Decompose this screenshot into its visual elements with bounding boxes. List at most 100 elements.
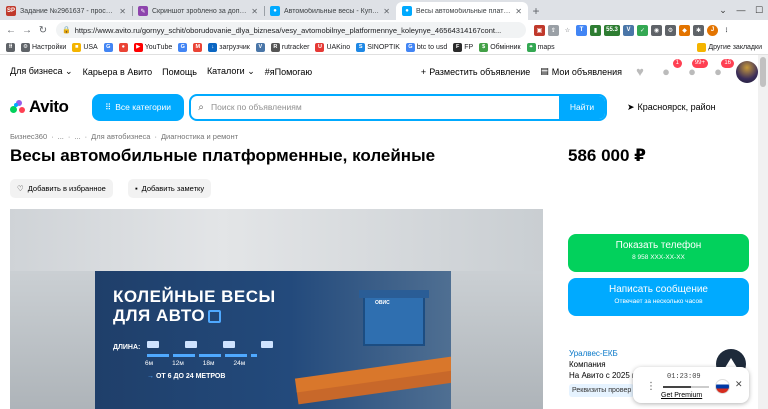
close-icon[interactable]: ✕: [119, 7, 126, 16]
all-categories-button[interactable]: ⠿ Все категории: [92, 93, 184, 121]
bookmark-vk[interactable]: V: [255, 42, 265, 52]
nav-career[interactable]: Карьера в Авито: [83, 67, 153, 77]
nav-ya-pomogayu[interactable]: #яПомогаю: [265, 67, 312, 77]
chevron-down-icon[interactable]: ⌄: [714, 0, 732, 20]
seller-requisites-badge[interactable]: Реквизиты провер: [569, 384, 635, 397]
nav-help[interactable]: Помощь: [162, 67, 197, 77]
puzzle-icon[interactable]: ✱: [693, 24, 704, 36]
torrent-icon: R: [270, 42, 280, 52]
gear-icon[interactable]: ⚙: [665, 24, 676, 36]
bookmark-maps[interactable]: ⌖ maps: [526, 42, 555, 52]
cart-icon[interactable]: ● 16: [710, 58, 734, 80]
russia-flag-icon[interactable]: [715, 379, 730, 394]
photo-gallery[interactable]: ОВИС КОЛЕЙНЫЕ ВЕСЫ ДЛЯ АВТО ДЛИНА: 6м 12…: [10, 209, 543, 409]
apps-icon[interactable]: ⠿: [6, 42, 15, 52]
post-ad-link[interactable]: + Разместить объявление: [421, 67, 530, 77]
share-icon[interactable]: ⇪: [548, 24, 559, 36]
search-button[interactable]: Найти: [559, 95, 605, 119]
bookmark-sinoptik[interactable]: S SINOPTIK: [356, 42, 400, 52]
page-scrollbar[interactable]: [758, 55, 768, 409]
user-avatar[interactable]: [736, 60, 758, 83]
maximize-icon[interactable]: ☐: [750, 0, 768, 20]
product-banner-image: ОВИС КОЛЕЙНЫЕ ВЕСЫ ДЛЯ АВТО ДЛИНА: 6м 12…: [95, 271, 451, 409]
reload-icon[interactable]: ↻: [36, 23, 50, 37]
bookmark-youtube[interactable]: ▶ YouTube: [133, 42, 172, 52]
close-icon[interactable]: ✕: [383, 7, 390, 16]
more-options-icon[interactable]: ⋮: [646, 381, 656, 392]
recorder-widget: ⋮ 01:23:09 ✕ Get Premium: [633, 367, 749, 403]
vk-icon[interactable]: V: [623, 24, 634, 36]
map-pin-icon: ⌖: [526, 42, 536, 52]
bookmark-fp[interactable]: F FP: [453, 42, 473, 52]
new-tab-button[interactable]: +: [528, 2, 544, 20]
translate-icon[interactable]: T: [576, 24, 587, 36]
back-icon[interactable]: ←: [4, 23, 18, 37]
avito-search-row: Avito ⠿ Все категории ⌕ Найти ➤ Краснояр…: [0, 88, 768, 126]
region-selector[interactable]: ➤ Красноярск, район: [627, 102, 716, 113]
film-icon: U: [315, 42, 325, 52]
minimize-icon[interactable]: —: [732, 0, 750, 20]
folder-icon: [697, 42, 707, 52]
profile-avatar-icon[interactable]: J: [707, 24, 718, 36]
favorites-icon[interactable]: ♥: [632, 64, 648, 80]
bookmark-google[interactable]: G: [103, 42, 113, 52]
search-input[interactable]: [211, 102, 559, 112]
forward-icon[interactable]: →: [20, 23, 34, 37]
bookmark-unknown[interactable]: ●: [118, 42, 128, 52]
check-extension-icon[interactable]: ✓: [637, 24, 648, 36]
avito-logo[interactable]: Avito: [10, 97, 92, 117]
messages-icon[interactable]: ● 99+: [684, 58, 708, 80]
breadcrumb-item[interactable]: Бизнес360: [10, 132, 47, 141]
booth-sign: ОВИС: [375, 300, 390, 306]
address-bar[interactable]: 🔒 https://www.avito.ru/gornyy_schit/obor…: [56, 22, 526, 38]
flag-extension-icon[interactable]: ▣: [534, 24, 545, 36]
bell-icon[interactable]: ● 1: [658, 58, 682, 80]
shield-icon[interactable]: ◆: [679, 24, 690, 36]
bookmark-settings[interactable]: ⚙ Настройки: [21, 42, 66, 52]
add-to-favorites-button[interactable]: ♡ Добавить в избранное: [10, 179, 113, 198]
browser-tab-3[interactable]: ● Автомобильные весы - Купить о ✕: [264, 2, 396, 20]
star-icon[interactable]: ☆: [562, 24, 573, 36]
close-icon[interactable]: ✕: [251, 7, 258, 16]
seller-name-link[interactable]: Уралвес-ЕКБ: [569, 348, 636, 359]
bookmark-uakino[interactable]: U UAKino: [315, 42, 350, 52]
menu-dots-icon: ⠿: [104, 101, 112, 112]
seller-info: Уралвес-ЕКБ Компания На Авито с 2025 г. …: [569, 348, 636, 397]
breadcrumb-item[interactable]: Для автобизнеса: [91, 132, 150, 141]
menu-kebab-icon[interactable]: ⋮: [721, 24, 732, 36]
other-bookmarks[interactable]: Другие закладки: [697, 42, 762, 52]
battery-icon[interactable]: ▮: [590, 24, 601, 36]
bookmark-gmail[interactable]: M: [193, 42, 203, 52]
breadcrumb-item[interactable]: ...: [74, 132, 80, 141]
globe-icon[interactable]: ◉: [651, 24, 662, 36]
note-icon: ▪: [135, 184, 138, 193]
bookmark-loader[interactable]: ↓ загрузчик: [208, 42, 250, 52]
bookmark-g[interactable]: G: [178, 42, 188, 52]
bookmark-usa[interactable]: ■ USA: [72, 42, 98, 52]
close-icon[interactable]: ✕: [735, 379, 743, 390]
search-icon: ⌕: [198, 101, 204, 113]
bookmarks-bar: ⠿ ⚙ Настройки ■ USA G ● ▶ YouTube G M ↓ загр…: [0, 40, 768, 55]
scrollbar-thumb[interactable]: [760, 57, 766, 87]
bookmark-exchanger[interactable]: $ Обмінник: [479, 42, 521, 52]
get-premium-link[interactable]: Get Premium: [661, 392, 702, 399]
browser-tab-4-active[interactable]: ● Весы автомобильные платформ ✕: [396, 2, 528, 20]
breadcrumb-item[interactable]: ...: [58, 132, 64, 141]
bookmark-btc[interactable]: Gbtc to usd: [405, 42, 447, 52]
ltc-price-icon[interactable]: 55.3: [604, 24, 620, 36]
breadcrumb-item[interactable]: Диагностика и ремонт: [161, 132, 238, 141]
write-message-button[interactable]: Написать сообщение Отвечает за несколько…: [568, 278, 749, 316]
my-ads-link[interactable]: ▤ Мои объявления: [540, 66, 622, 77]
nav-for-business[interactable]: Для бизнеса ⌄: [10, 66, 73, 77]
recorder-progress[interactable]: [663, 386, 709, 388]
bookmark-rutracker[interactable]: Rrutracker: [270, 42, 309, 52]
nav-catalogs[interactable]: Каталоги ⌄: [207, 66, 255, 77]
browser-tab-2[interactable]: ✎ Скриншот зроблено за допомогою ✕: [132, 2, 264, 20]
add-note-button[interactable]: ▪ Добавить заметку: [128, 179, 212, 198]
tab-favicon: ✎: [138, 6, 148, 16]
avito-top-actions: + Разместить объявление ▤ Мои объявления ♥…: [421, 58, 758, 83]
recorder-time: 01:23:09: [667, 373, 701, 381]
show-phone-button[interactable]: Показать телефон 8 958 XXX-XX-XX: [568, 234, 749, 272]
browser-tab-1[interactable]: SP Задание №2961637 - просмотр з ✕: [0, 2, 132, 20]
close-icon[interactable]: ✕: [515, 7, 522, 16]
